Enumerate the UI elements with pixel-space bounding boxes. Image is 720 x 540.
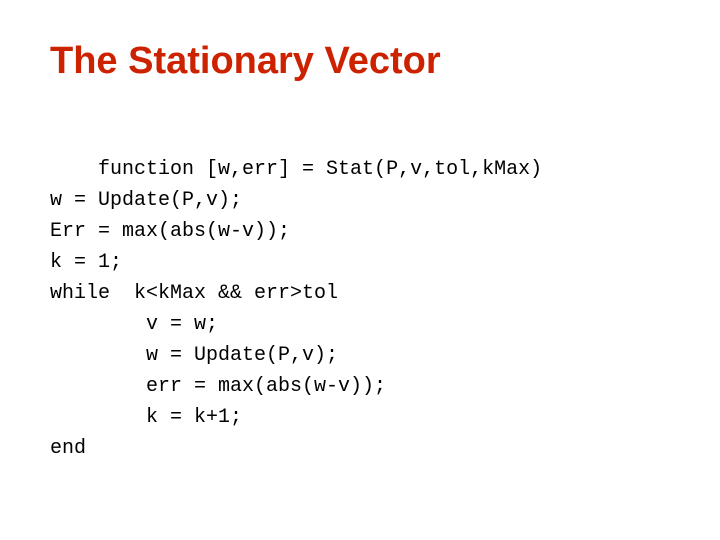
code-line-2: w = Update(P,v); bbox=[50, 189, 242, 212]
code-line-10: end bbox=[50, 437, 86, 460]
code-line-8: err = max(abs(w-v)); bbox=[50, 375, 386, 398]
code-line-4: k = 1; bbox=[50, 251, 122, 274]
code-block: function [w,err] = Stat(P,v,tol,kMax) w … bbox=[50, 123, 670, 495]
slide: The Stationary Vector function [w,err] =… bbox=[0, 0, 720, 540]
code-line-7: w = Update(P,v); bbox=[50, 344, 338, 367]
code-line-1: function [w,err] = Stat(P,v,tol,kMax) bbox=[98, 158, 542, 181]
code-line-9: k = k+1; bbox=[50, 406, 242, 429]
code-line-3: Err = max(abs(w-v)); bbox=[50, 220, 290, 243]
code-line-6: v = w; bbox=[50, 313, 218, 336]
code-line-5: while k<kMax && err>tol bbox=[50, 282, 338, 305]
slide-title: The Stationary Vector bbox=[50, 40, 670, 83]
